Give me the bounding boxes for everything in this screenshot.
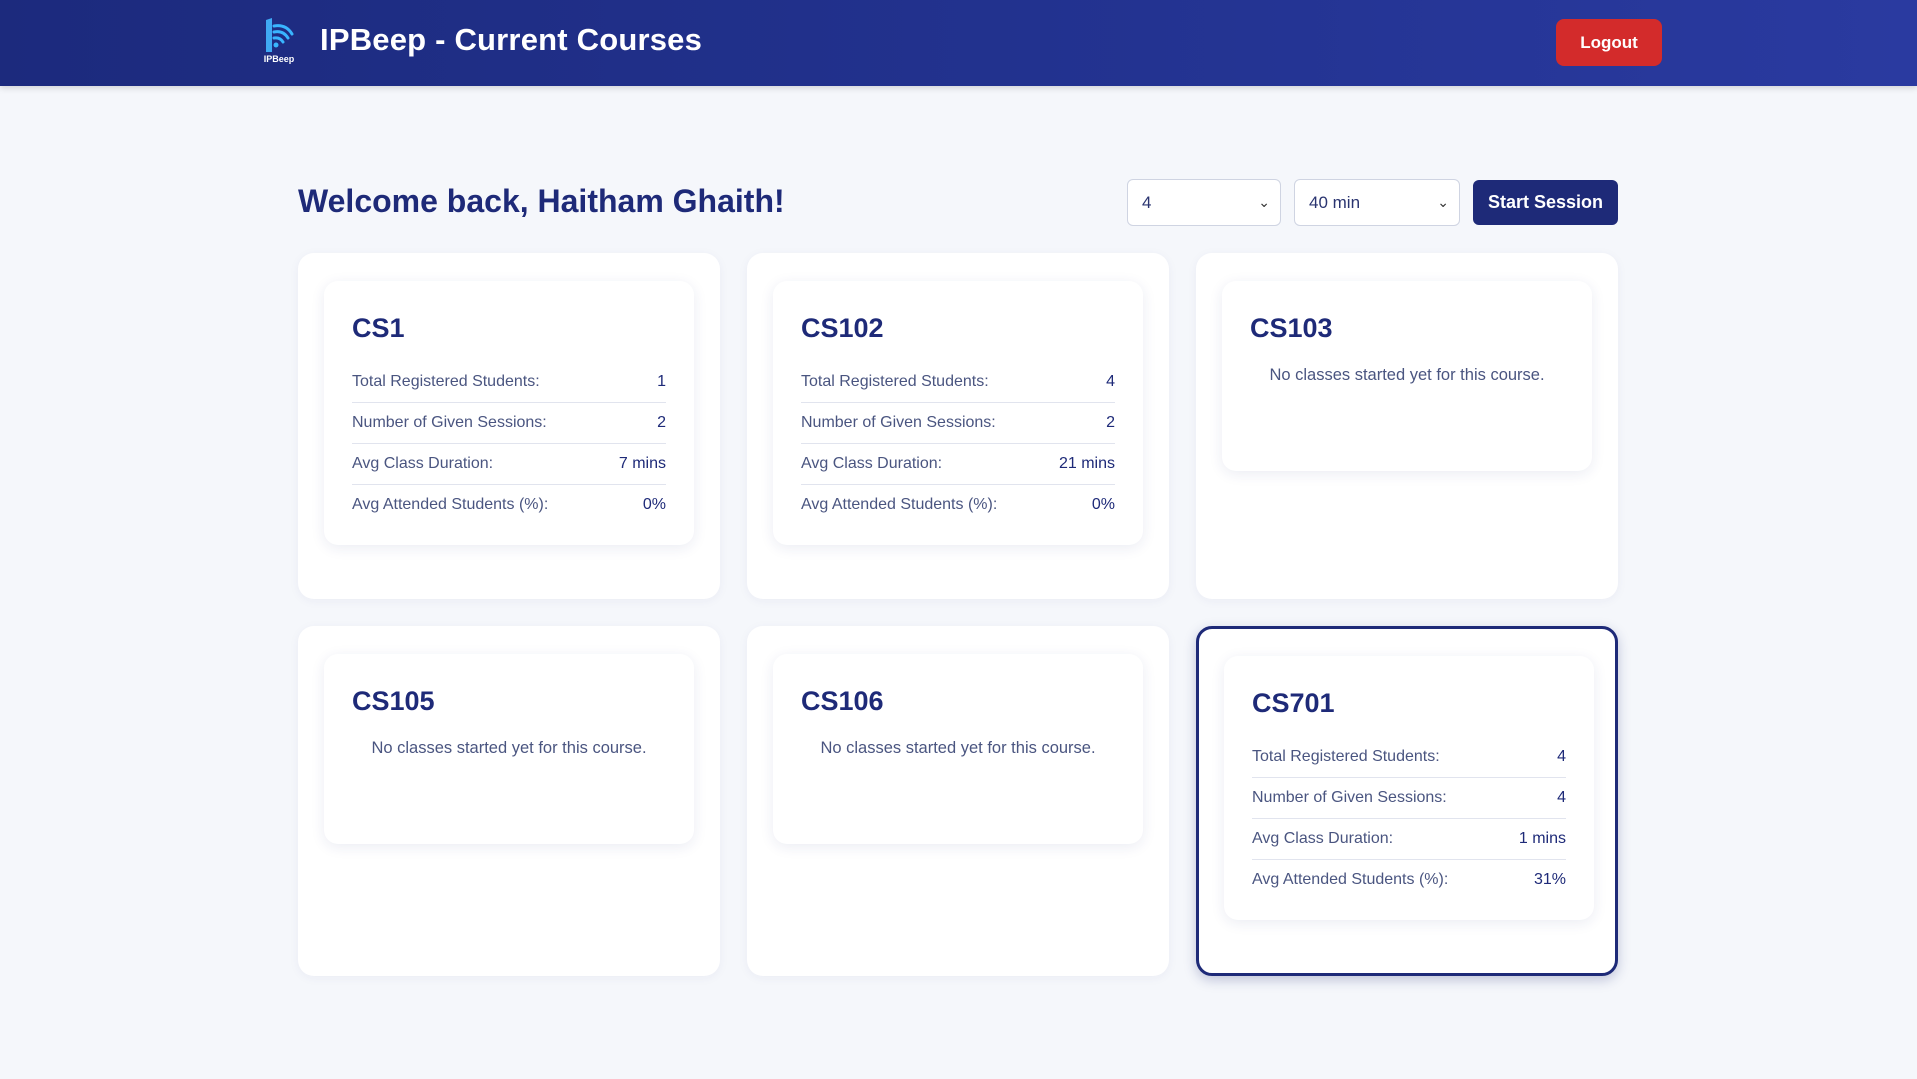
stat-label: Avg Attended Students (%): xyxy=(801,496,998,513)
stat-value: 0% xyxy=(1091,496,1115,513)
empty-message: No classes started yet for this course. xyxy=(820,739,1096,757)
stat-label: Number of Given Sessions: xyxy=(801,414,996,431)
chevron-down-icon: ⌄ xyxy=(1437,194,1449,210)
stat-row-students: Total Registered Students: 4 xyxy=(1252,737,1566,778)
stat-value: 4 xyxy=(1557,748,1566,765)
stat-row-attended: Avg Attended Students (%): 0% xyxy=(801,485,1115,525)
course-code: CS1 xyxy=(352,313,405,343)
chevron-down-icon: ⌄ xyxy=(1258,194,1270,210)
course-empty-panel: CS105 No classes started yet for this co… xyxy=(324,654,694,844)
course-card-cs102[interactable]: CS102 Total Registered Students: 4 Number… xyxy=(747,253,1169,599)
stat-row-attended: Avg Attended Students (%): 31% xyxy=(1252,860,1566,900)
logout-button[interactable]: Logout xyxy=(1556,19,1662,66)
stat-row-duration: Avg Class Duration: 21 mins xyxy=(801,444,1115,485)
course-code: CS106 xyxy=(801,686,884,716)
stat-label: Number of Given Sessions: xyxy=(352,414,547,431)
start-session-button[interactable]: Start Session xyxy=(1473,180,1618,225)
stat-row-duration: Avg Class Duration: 7 mins xyxy=(352,444,666,485)
session-duration-value: 40 min xyxy=(1309,193,1361,212)
course-code: CS701 xyxy=(1252,688,1335,718)
top-header: IPBeep IPBeep - Current Courses Logout xyxy=(0,0,1917,86)
stat-row-sessions: Number of Given Sessions: 2 xyxy=(801,403,1115,444)
stat-value: 1 mins xyxy=(1518,830,1566,847)
stat-label: Avg Class Duration: xyxy=(352,455,494,472)
ipbeep-logo: IPBeep xyxy=(258,16,300,68)
session-count-value: 4 xyxy=(1142,193,1152,212)
course-card-cs106[interactable]: CS106 No classes started yet for this co… xyxy=(747,626,1169,976)
course-stats-panel: CS701 Total Registered Students: 4 Number… xyxy=(1224,656,1594,920)
stat-row-students: Total Registered Students: 4 xyxy=(801,362,1115,403)
stat-value: 0% xyxy=(642,496,666,513)
stat-row-duration: Avg Class Duration: 1 mins xyxy=(1252,819,1566,860)
stat-value: 2 xyxy=(1106,414,1115,431)
course-card-cs701[interactable]: CS701 Total Registered Students: 4 Number… xyxy=(1196,626,1618,976)
course-empty-panel: CS106 No classes started yet for this co… xyxy=(773,654,1143,844)
stat-label: Avg Attended Students (%): xyxy=(352,496,549,513)
stat-value: 4 xyxy=(1557,789,1566,806)
empty-message: No classes started yet for this course. xyxy=(371,739,647,757)
course-code: CS102 xyxy=(801,313,884,343)
stat-label: Avg Class Duration: xyxy=(1252,830,1394,847)
stat-label: Total Registered Students: xyxy=(801,373,989,390)
course-empty-panel: CS103 No classes started yet for this co… xyxy=(1222,281,1592,471)
wifi-logo-icon xyxy=(266,18,294,52)
session-count-select[interactable]: 4 ⌄ xyxy=(1127,179,1281,226)
course-stats-panel: CS1 Total Registered Students: 1 Number o… xyxy=(324,281,694,545)
page-title: IPBeep - Current Courses xyxy=(320,22,703,57)
stat-label: Number of Given Sessions: xyxy=(1252,789,1447,806)
stat-value: 31% xyxy=(1533,871,1566,888)
course-card-cs1[interactable]: CS1 Total Registered Students: 1 Number o… xyxy=(298,253,720,599)
stat-row-sessions: Number of Given Sessions: 2 xyxy=(352,403,666,444)
stat-row-sessions: Number of Given Sessions: 4 xyxy=(1252,778,1566,819)
stat-label: Total Registered Students: xyxy=(352,373,540,390)
stat-label: Total Registered Students: xyxy=(1252,748,1440,765)
stat-value: 7 mins xyxy=(618,455,666,472)
course-code: CS105 xyxy=(352,686,435,716)
empty-message: No classes started yet for this course. xyxy=(1269,366,1545,384)
course-code: CS103 xyxy=(1250,313,1333,343)
course-card-cs105[interactable]: CS105 No classes started yet for this co… xyxy=(298,626,720,976)
stat-label: Avg Attended Students (%): xyxy=(1252,871,1449,888)
logo-label: IPBeep xyxy=(263,54,295,64)
course-stats-panel: CS102 Total Registered Students: 4 Number… xyxy=(773,281,1143,545)
stat-row-attended: Avg Attended Students (%): 0% xyxy=(352,485,666,525)
stat-label: Avg Class Duration: xyxy=(801,455,943,472)
stat-value: 1 xyxy=(657,373,666,390)
stat-value: 2 xyxy=(657,414,666,431)
course-card-cs103[interactable]: CS103 No classes started yet for this co… xyxy=(1196,253,1618,599)
stat-row-students: Total Registered Students: 1 xyxy=(352,362,666,403)
welcome-heading: Welcome back, Haitham Ghaith! xyxy=(298,183,785,219)
stat-value: 4 xyxy=(1106,373,1115,390)
stat-value: 21 mins xyxy=(1058,455,1115,472)
session-duration-select[interactable]: 40 min ⌄ xyxy=(1294,179,1460,226)
